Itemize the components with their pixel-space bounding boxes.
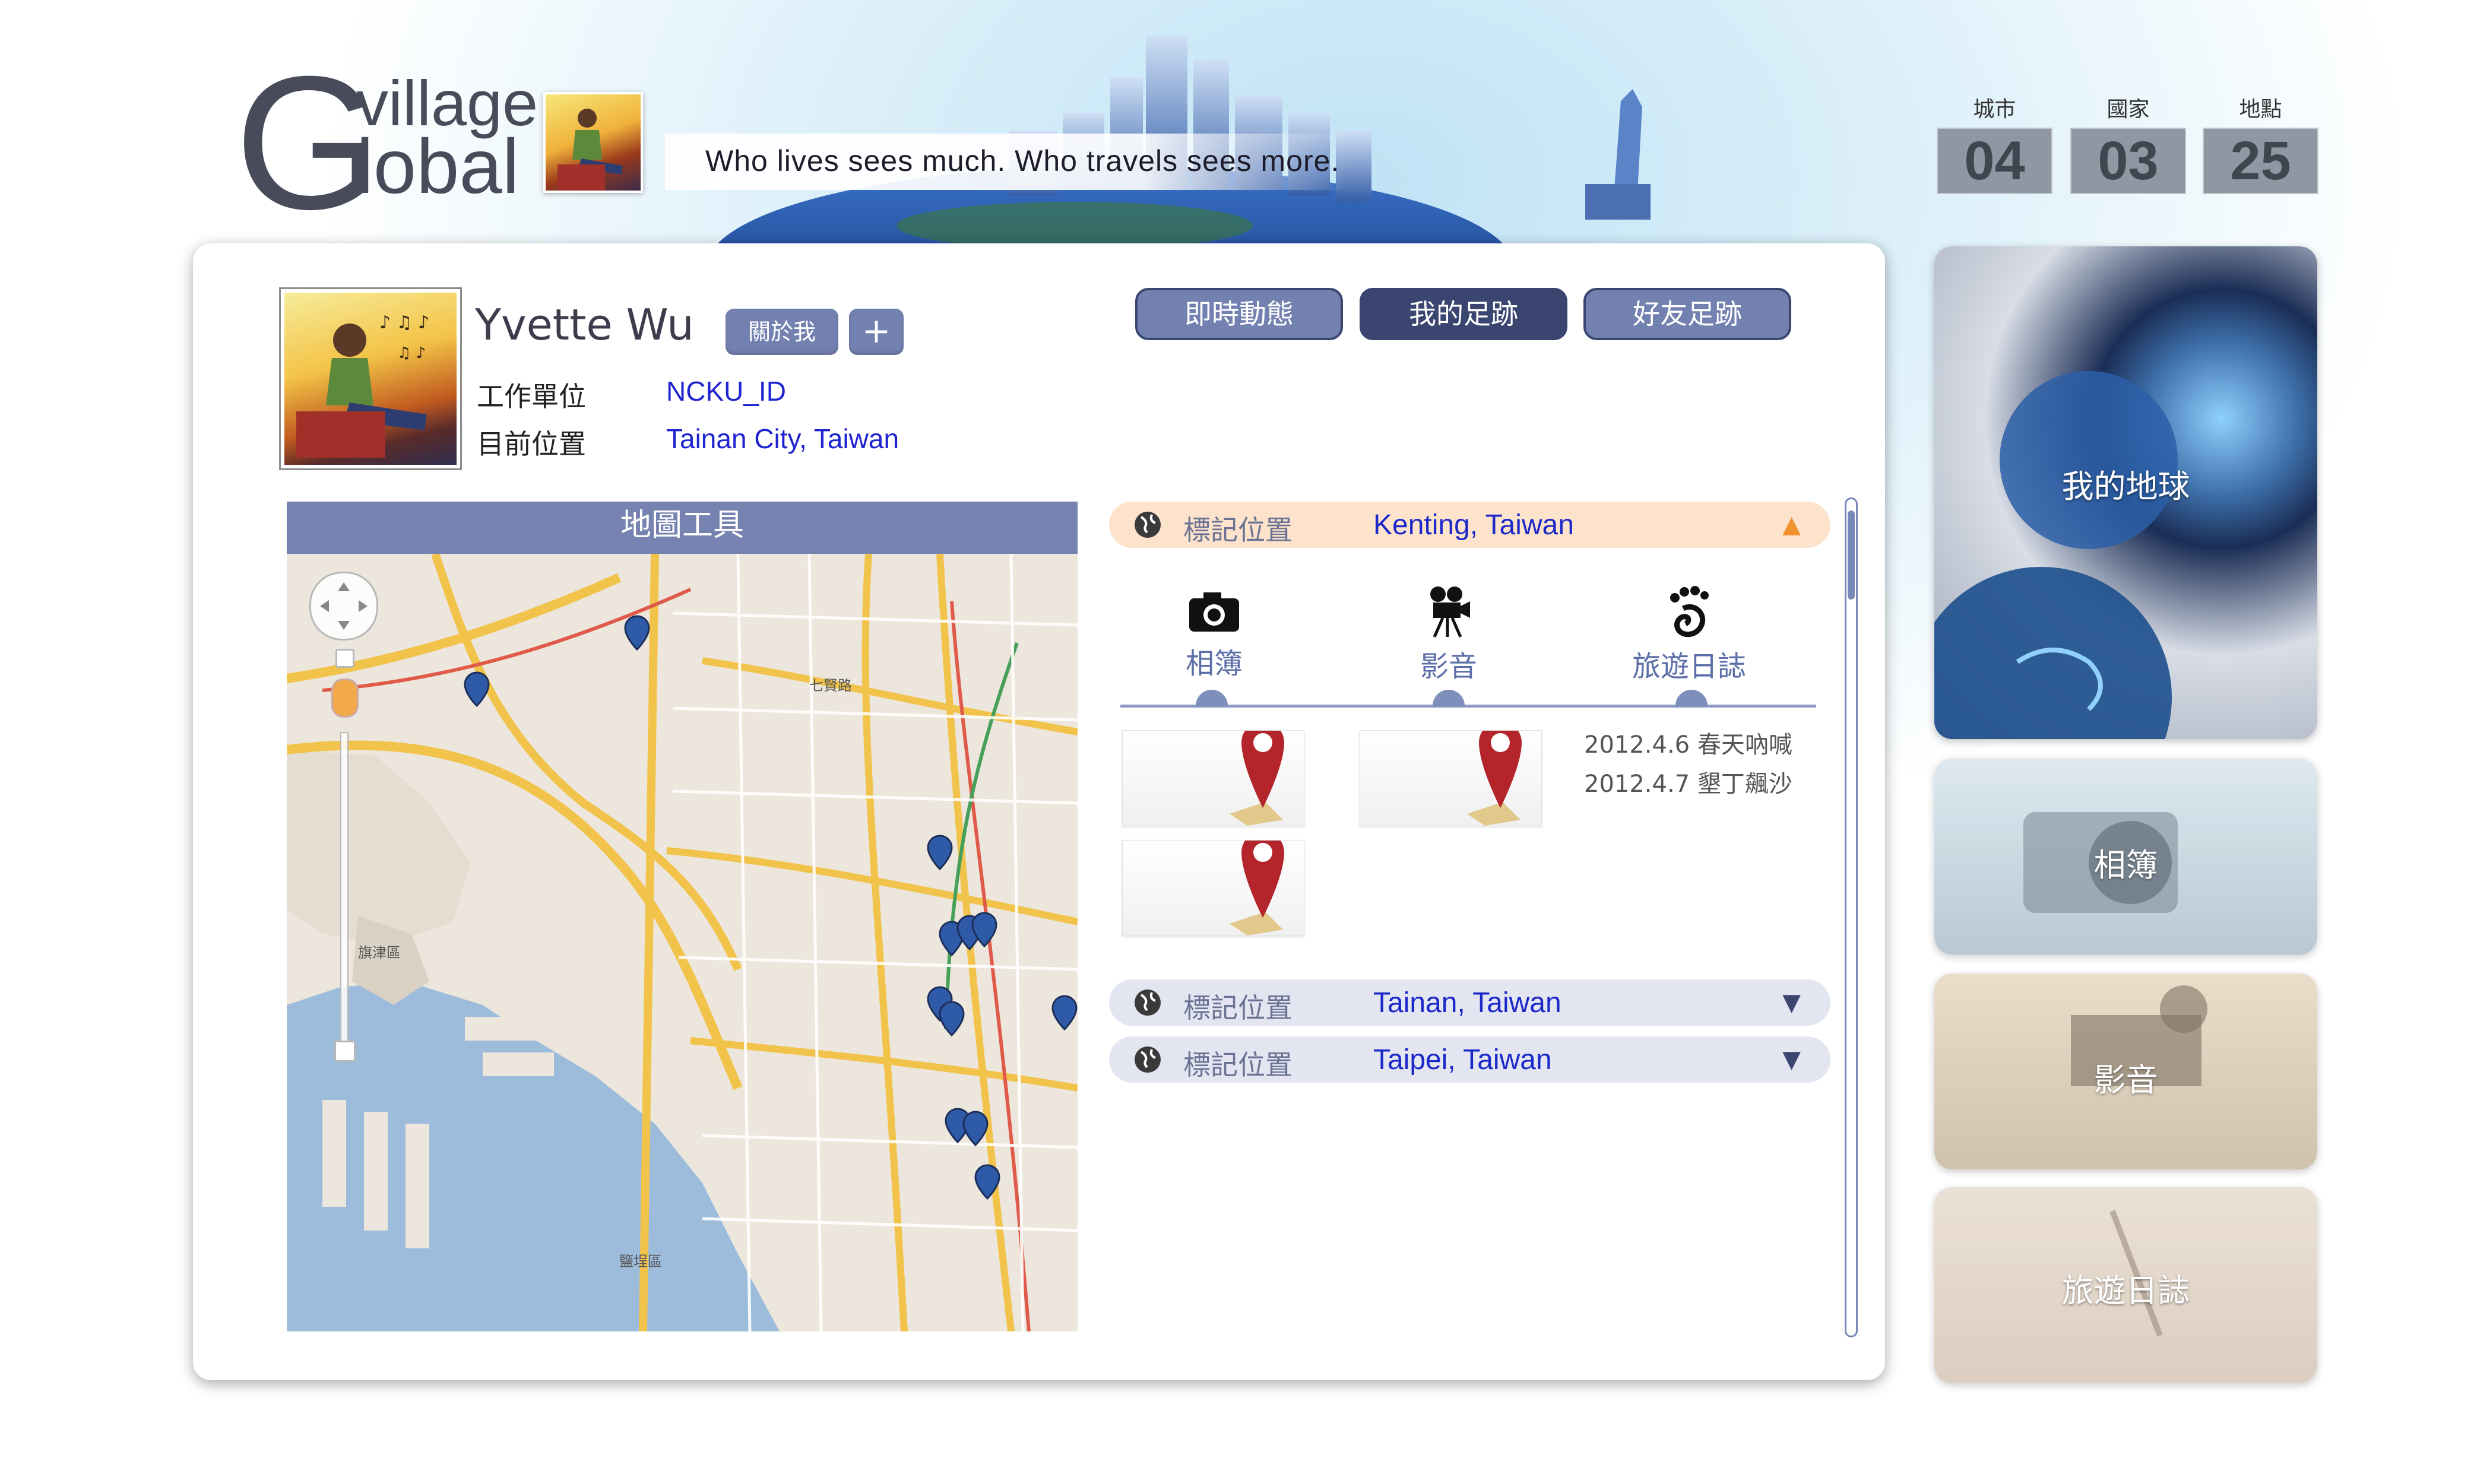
about-me-button[interactable]: 關於我 [726,309,838,355]
map-pin-icon [1467,721,1522,826]
tab-live-updates[interactable]: 即時動態 [1135,288,1343,340]
spot-counter-value: 25 [2203,128,2318,194]
work-label: 工作單位 [477,380,586,413]
tagline: Who lives sees much. Who travels sees mo… [705,144,1340,177]
add-friend-button[interactable]: + [849,309,904,355]
collapse-arrow-icon[interactable]: ▲ [1782,511,1801,538]
location-list-scrollbar[interactable] [1845,497,1858,1337]
album-thumbnail[interactable] [1122,831,1304,936]
map-view[interactable]: 七賢路 旗津區 鹽埕區 [287,552,1078,1331]
tile-travel-journal-label: 旅遊日誌 [2061,1272,2190,1309]
city-counter: 城市 04 [1937,92,2052,194]
profile-avatar[interactable]: ♪ ♫ ♪ ♫ ♪ [279,287,462,470]
header-city-globe-art [659,12,1704,243]
travel-journal-link[interactable]: 旅遊日誌 [1630,585,1748,684]
expand-arrow-icon[interactable]: ▼ [1782,1046,1801,1073]
album-link[interactable]: 相簿 [1179,588,1250,681]
tile-my-earth[interactable]: 我的地球 [1934,246,2317,739]
svg-text:♫ ♪: ♫ ♪ [397,344,426,362]
location-entry-kenting[interactable]: 標記位置 Kenting, Taiwan ▲ [1109,502,1830,548]
header-avatar-thumbnail [543,92,643,193]
location-entry-value: Taipei, Taiwan [1373,1044,1552,1076]
country-counter-value: 03 [2070,128,2186,194]
expand-arrow-icon[interactable]: ▼ [1782,989,1801,1016]
tile-video-label: 影音 [2093,1061,2158,1099]
location-entry-value: Kenting, Taiwan [1373,509,1575,541]
location-label: 目前位置 [477,428,586,460]
album-thumbnail[interactable] [1122,721,1304,826]
video-link[interactable]: 影音 [1413,585,1484,684]
location-value[interactable]: Tainan City, Taiwan [666,423,899,455]
svg-text:♪ ♫ ♪: ♪ ♫ ♪ [379,312,429,333]
video-camera-icon [1430,586,1470,638]
diary-entry-link[interactable]: 2012.4.6 春天吶喊 [1584,725,1792,760]
tile-album[interactable]: 相簿 [1934,759,2317,955]
tab-friend-footprints[interactable]: 好友足跡 [1583,288,1791,340]
work-value[interactable]: NCKU_ID [666,375,786,407]
city-counter-value: 04 [1937,128,2052,194]
map-panel: 地圖工具 七賢路 旗津區 鹽埕區 [287,502,1078,1331]
spot-counter: 地點 25 [2203,92,2318,194]
map-title: 地圖工具 [287,502,1078,554]
travel-journal-label: 旅遊日誌 [1632,650,1746,683]
globe-icon [1135,512,1161,538]
tab-my-footprints[interactable]: 我的足跡 [1360,288,1567,340]
tile-travel-journal[interactable]: 旅遊日誌 [1934,1187,2317,1383]
city-counter-label: 城市 [1973,97,2016,122]
video-thumbnail[interactable] [1360,721,1542,826]
map-pin-icon [1230,721,1284,826]
camera-icon [1189,592,1239,632]
album-label: 相簿 [1185,647,1243,680]
map-pins[interactable] [287,554,1078,1331]
globe-icon [1135,990,1161,1016]
scrollbar-thumb[interactable] [1848,510,1855,600]
location-entry-label: 標記位置 [1183,1049,1293,1081]
country-counter-label: 國家 [2106,97,2150,122]
location-entry-label: 標記位置 [1183,992,1293,1024]
globe-icon [1135,1047,1161,1073]
location-entry-taipei[interactable]: 標記位置 Taipei, Taiwan ▼ [1109,1036,1830,1083]
spot-counter-label: 地點 [2239,97,2282,122]
location-entry-tainan[interactable]: 標記位置 Tainan, Taiwan ▼ [1109,979,1830,1026]
tile-album-label: 相簿 [2093,846,2158,884]
profile-name: Yvette Wu [475,300,694,350]
logo-word-bottom: lobal [356,123,519,210]
tile-video[interactable]: 影音 [1934,974,2317,1169]
map-pin-icon [1230,831,1284,936]
location-entry-label: 標記位置 [1183,514,1293,546]
tile-my-earth-label: 我的地球 [2061,468,2190,505]
video-label: 影音 [1420,650,1477,683]
footprint-icon [1670,586,1709,638]
country-counter: 國家 03 [2070,92,2186,194]
diary-entry-link[interactable]: 2012.4.7 墾丁飆沙 [1584,765,1792,799]
location-entry-value: Tainan, Taiwan [1373,987,1561,1019]
